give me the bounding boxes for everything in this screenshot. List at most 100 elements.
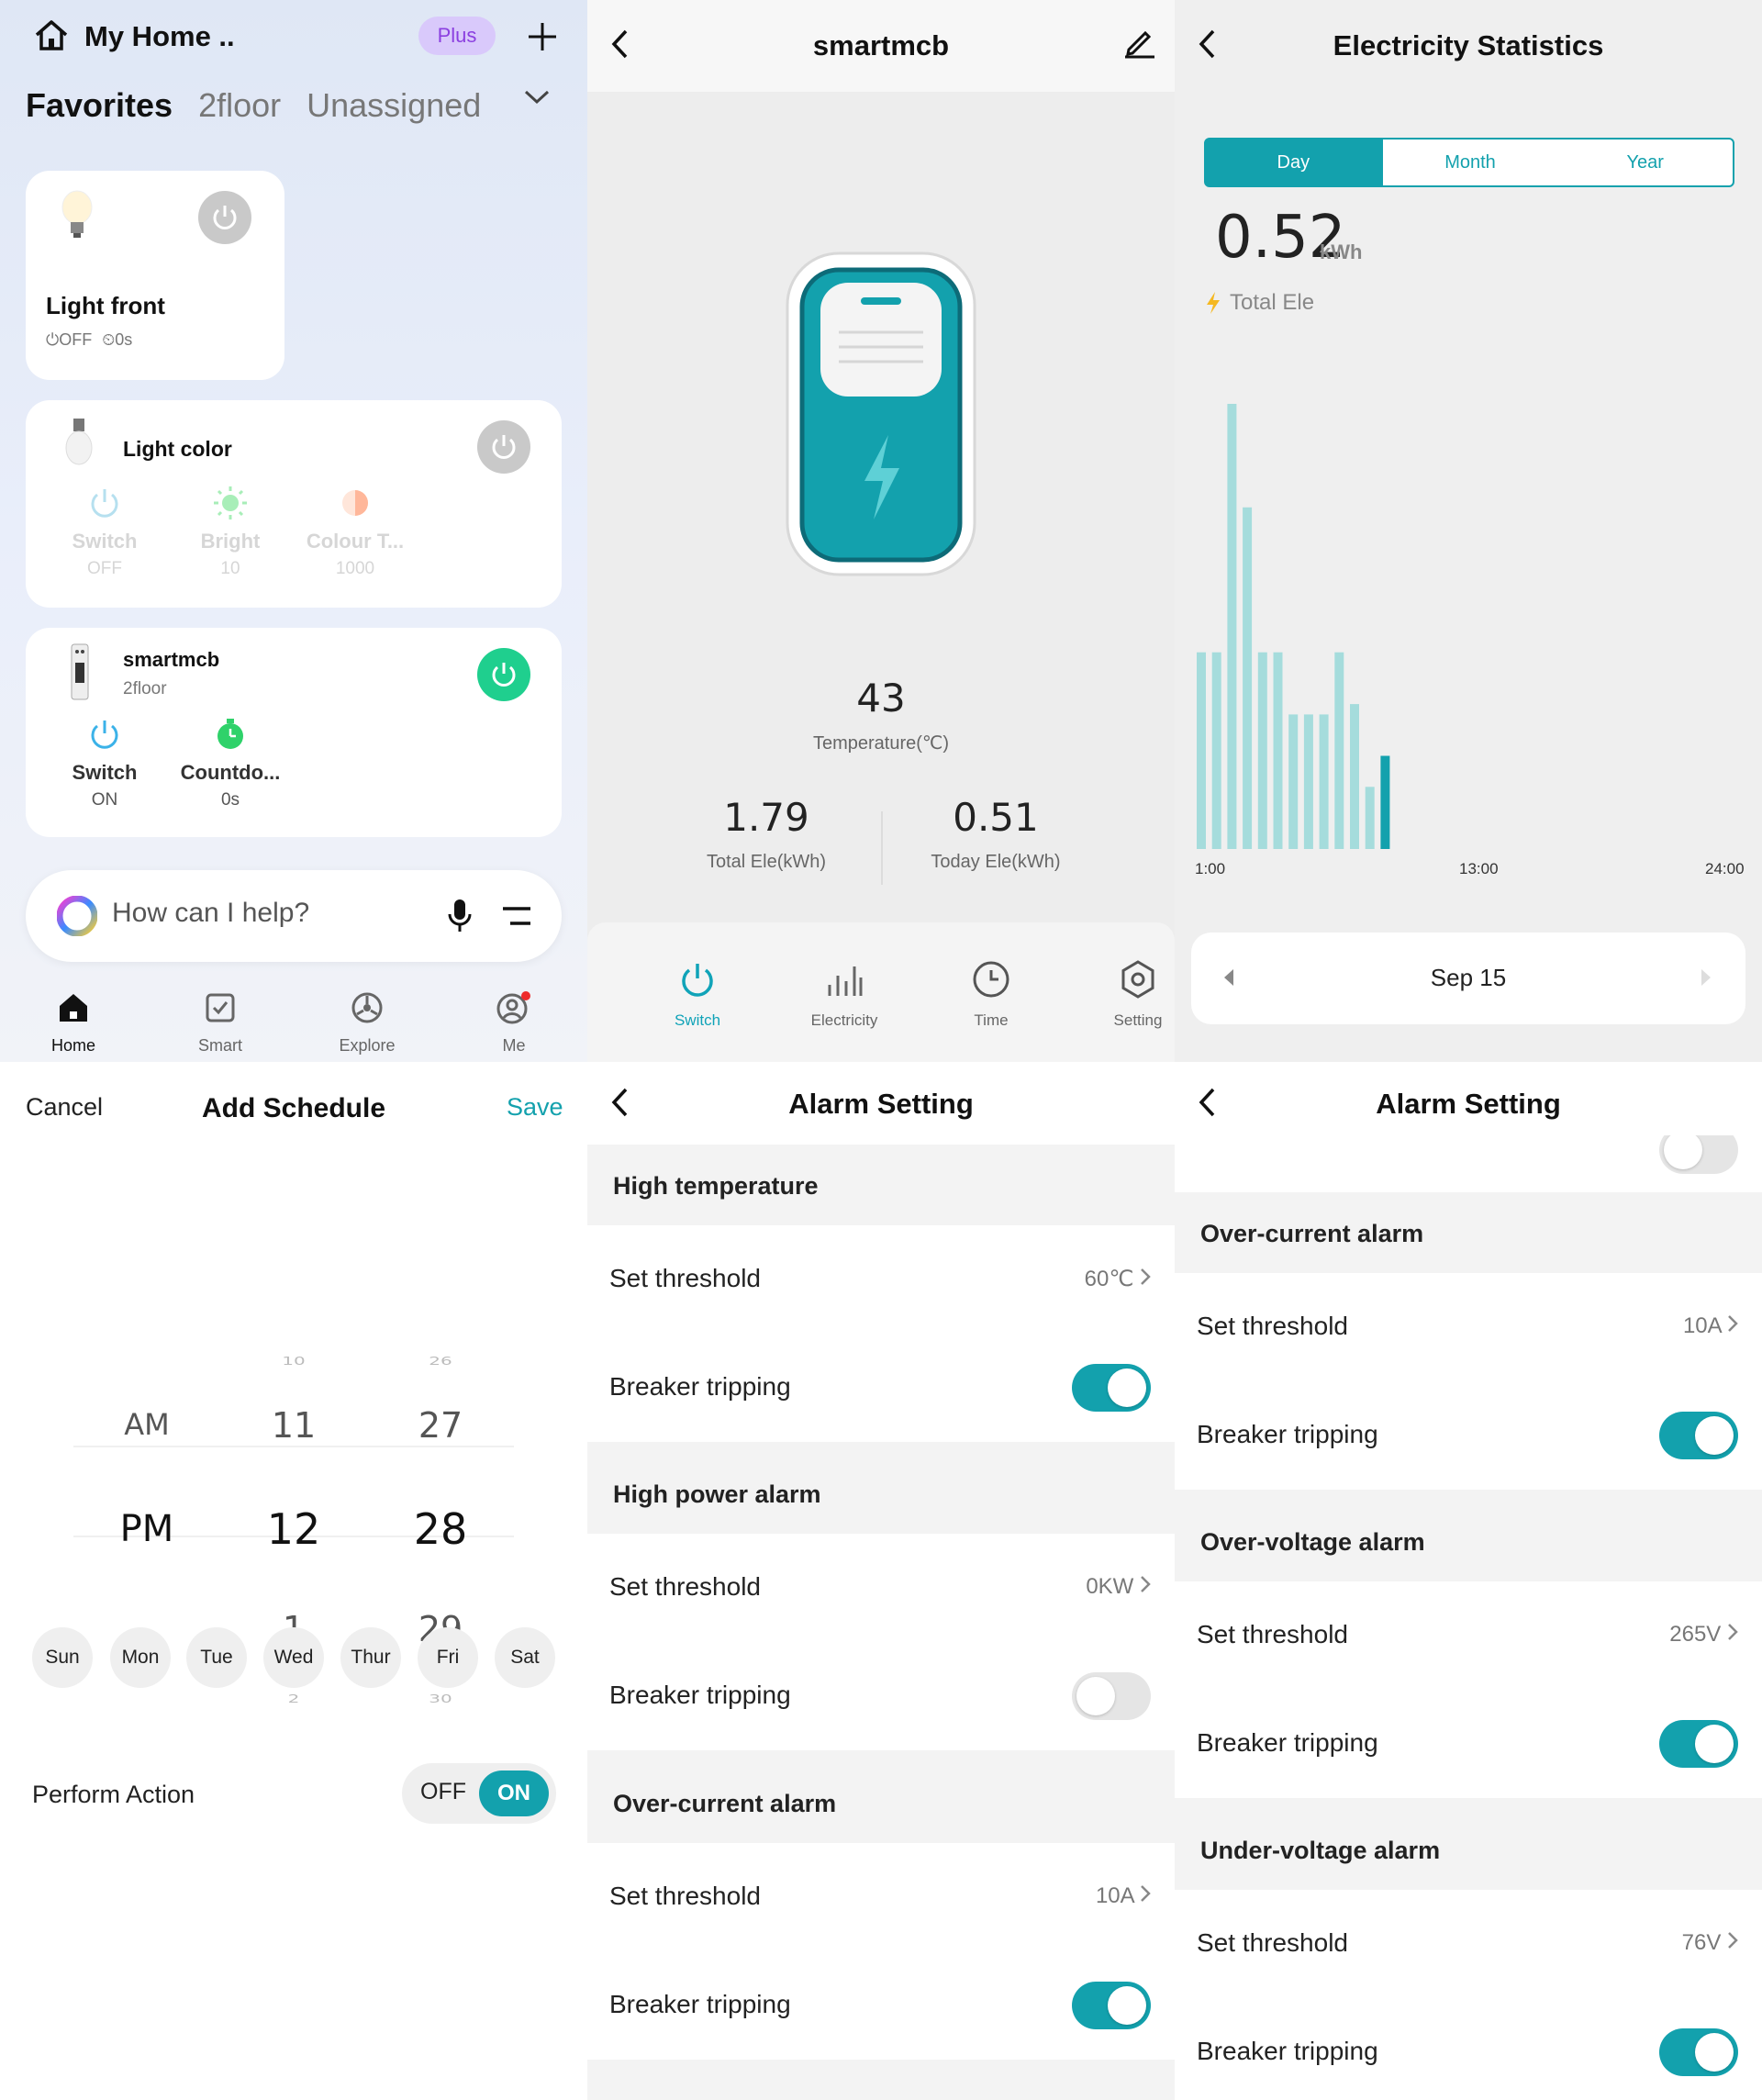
tab-time[interactable]: Time: [927, 959, 1055, 1030]
page-title: Add Schedule: [201, 1093, 386, 1123]
row-label: Breaker tripping: [609, 1681, 791, 1709]
chart-bar[interactable]: [1365, 787, 1375, 849]
control-countdown[interactable]: Countdo... 0s: [166, 716, 295, 810]
period-month[interactable]: Month: [1380, 140, 1558, 185]
picker-hour-item[interactable]: 2: [239, 1692, 349, 1705]
chart-bar[interactable]: [1197, 652, 1206, 849]
control-colour-temp[interactable]: Colour T... 1000: [291, 485, 419, 579]
day-sat[interactable]: Sat: [495, 1627, 555, 1688]
next-day-icon[interactable]: [1700, 967, 1712, 992]
control-value: 1000: [335, 559, 375, 578]
assistant-bar[interactable]: How can I help?: [26, 870, 562, 962]
date-label[interactable]: Sep 15: [1191, 964, 1745, 992]
edit-icon[interactable]: [1123, 26, 1156, 63]
tripping-toggle[interactable]: [1072, 1672, 1151, 1720]
device-card-light-color[interactable]: Light color Switch OFF Bright 10 Colour …: [26, 400, 562, 608]
tripping-toggle[interactable]: [1659, 1412, 1738, 1459]
threshold-row[interactable]: Set threshold 60℃: [587, 1225, 1175, 1334]
colour-temp-icon: [337, 490, 374, 525]
chart-bar[interactable]: [1273, 652, 1283, 849]
add-icon[interactable]: [519, 15, 565, 59]
tripping-toggle[interactable]: [1072, 1364, 1151, 1412]
tripping-toggle[interactable]: [1659, 2028, 1738, 2076]
day-sun[interactable]: Sun: [32, 1627, 93, 1688]
control-value: OFF: [87, 559, 122, 578]
chevron-down-icon[interactable]: [523, 88, 551, 111]
threshold-row[interactable]: Set threshold 76V: [1175, 1890, 1762, 1998]
settings-icon: [1118, 960, 1158, 1003]
power-button[interactable]: [477, 648, 530, 701]
day-tue[interactable]: Tue: [186, 1627, 247, 1688]
picker-hour-item[interactable]: 11: [239, 1405, 349, 1446]
menu-icon[interactable]: [501, 905, 532, 933]
control-label: Countdo...: [180, 761, 281, 784]
power-button[interactable]: [477, 420, 530, 474]
save-button[interactable]: Save: [507, 1093, 563, 1122]
picker-hour-selected[interactable]: 12: [239, 1504, 349, 1554]
tab-setting[interactable]: Setting: [1074, 959, 1175, 1030]
plus-badge[interactable]: Plus: [418, 17, 496, 55]
picker-minute-item[interactable]: 26: [385, 1355, 496, 1368]
row-value: 10A: [1683, 1313, 1738, 1339]
tripping-toggle[interactable]: [1659, 1720, 1738, 1768]
toggle-on-label[interactable]: ON: [479, 1770, 549, 1816]
power-icon: [86, 720, 123, 756]
control-switch[interactable]: Switch ON: [40, 716, 169, 810]
home-icon[interactable]: [33, 18, 70, 56]
home-icon: [57, 994, 90, 1028]
chart-bar[interactable]: [1227, 404, 1237, 849]
assistant-input[interactable]: How can I help?: [112, 898, 309, 929]
power-button[interactable]: [198, 191, 251, 244]
day-thur[interactable]: Thur: [340, 1627, 401, 1688]
picker-hour-item[interactable]: 10: [239, 1355, 349, 1368]
threshold-row[interactable]: Set threshold 0KW: [587, 1534, 1175, 1642]
row-value: 0KW: [1086, 1574, 1151, 1600]
tripping-toggle[interactable]: [1072, 1982, 1151, 2029]
threshold-row[interactable]: Set threshold 10A: [587, 1843, 1175, 1951]
picker-minute-selected[interactable]: 28: [385, 1504, 496, 1554]
picker-minute-item[interactable]: 30: [385, 1692, 496, 1705]
tab-2floor[interactable]: 2floor: [198, 86, 281, 125]
period-day[interactable]: Day: [1206, 140, 1381, 185]
home-title[interactable]: My Home ..: [84, 20, 235, 53]
microphone-icon[interactable]: [446, 898, 474, 939]
chart-bar[interactable]: [1288, 714, 1299, 849]
day-fri[interactable]: Fri: [418, 1627, 478, 1688]
chart-bar[interactable]: [1211, 652, 1221, 849]
threshold-row[interactable]: Set threshold 10A: [1175, 1273, 1762, 1381]
day-wed[interactable]: Wed: [263, 1627, 324, 1688]
threshold-row[interactable]: Set threshold 265V: [1175, 1581, 1762, 1690]
nav-smart[interactable]: Smart: [165, 991, 275, 1056]
tripping-row: Breaker tripping: [1175, 1690, 1762, 1798]
chart-bar[interactable]: [1319, 714, 1329, 849]
device-card-light-front[interactable]: Light front ⏻OFF ⏲0s: [26, 171, 284, 380]
toggle-off-label[interactable]: OFF: [420, 1779, 466, 1805]
chart-bar[interactable]: [1243, 507, 1253, 849]
device-card-smartmcb[interactable]: smartmcb 2floor Switch ON Countdo... 0s: [26, 628, 562, 837]
period-year[interactable]: Year: [1557, 140, 1733, 185]
chart-bar[interactable]: [1350, 704, 1359, 849]
nav-me[interactable]: Me: [459, 991, 569, 1056]
chart-bar[interactable]: [1257, 652, 1267, 849]
bulb-icon: [62, 417, 95, 473]
chart-bar[interactable]: [1380, 755, 1390, 850]
control-bright[interactable]: Bright 10: [166, 485, 295, 579]
device-name: Light color: [123, 437, 232, 461]
picker-ampm-selected[interactable]: PM: [92, 1508, 202, 1550]
nav-explore[interactable]: Explore: [312, 991, 422, 1056]
tab-electricity[interactable]: Electricity: [780, 959, 909, 1030]
control-switch[interactable]: Switch OFF: [40, 485, 169, 579]
tab-favorites[interactable]: Favorites: [26, 86, 173, 125]
row-label: Set threshold: [1197, 1312, 1348, 1340]
perform-action-toggle[interactable]: OFF ON: [402, 1763, 556, 1824]
day-mon[interactable]: Mon: [110, 1627, 171, 1688]
nav-home[interactable]: Home: [18, 991, 128, 1056]
picker-minute-item[interactable]: 27: [385, 1405, 496, 1446]
alarm-header: Alarm Setting: [587, 1062, 1175, 1145]
tab-switch[interactable]: Switch: [633, 959, 762, 1030]
tab-unassigned[interactable]: Unassigned: [307, 86, 481, 125]
picker-ampm-item[interactable]: AM: [92, 1407, 202, 1442]
chart-bar[interactable]: [1334, 652, 1344, 849]
chart-bar[interactable]: [1303, 714, 1313, 849]
breaker-illustration[interactable]: [786, 251, 976, 576]
